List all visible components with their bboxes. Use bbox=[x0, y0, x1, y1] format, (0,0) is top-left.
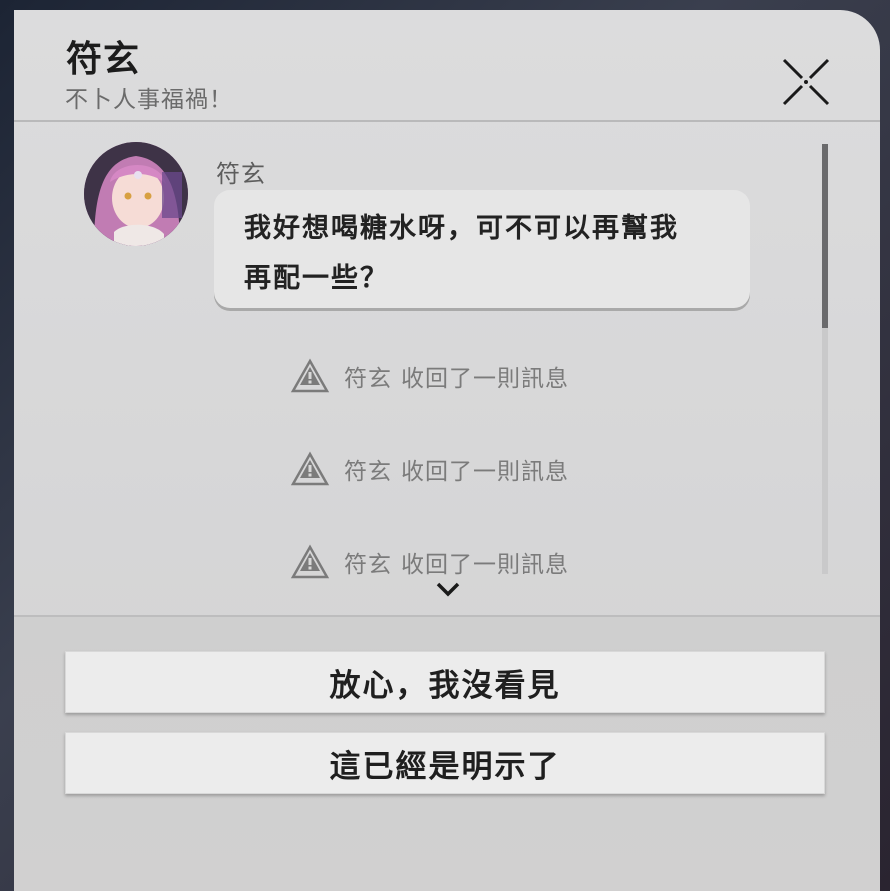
chat-dialog: 符玄 不卜人事福禍！ 符玄 我好想喝糖水呀，可不可以再幫我 再配一些？ 符玄 收… bbox=[14, 10, 880, 891]
warning-icon bbox=[290, 544, 330, 579]
recall-sender: 符玄 bbox=[344, 366, 392, 392]
recall-notice: 符玄 收回了一則訊息 bbox=[290, 542, 569, 582]
contact-signature: 不卜人事福禍！ bbox=[65, 87, 233, 113]
message-line: 我好想喝糖水呀，可不可以再幫我 bbox=[244, 213, 679, 244]
recall-sender: 符玄 bbox=[344, 552, 392, 578]
recall-text: 收回了一則訊息 bbox=[401, 459, 569, 485]
avatar bbox=[84, 142, 188, 246]
reply-option-button[interactable]: 這已經是明示了 bbox=[65, 732, 825, 794]
recall-notice: 符玄 收回了一則訊息 bbox=[290, 449, 569, 489]
scrollbar[interactable] bbox=[822, 144, 828, 574]
scroll-more-button[interactable] bbox=[434, 578, 462, 600]
reply-option-button[interactable]: 放心，我沒看見 bbox=[65, 651, 825, 713]
close-icon bbox=[782, 58, 830, 106]
warning-icon bbox=[290, 358, 330, 393]
message-bubble: 我好想喝糖水呀，可不可以再幫我 再配一些？ bbox=[214, 190, 750, 308]
message-sender: 符玄 bbox=[216, 160, 266, 188]
recall-text: 收回了一則訊息 bbox=[401, 552, 569, 578]
chevron-down-icon bbox=[436, 582, 460, 597]
message-line: 再配一些？ bbox=[244, 263, 389, 294]
reply-options: 放心，我沒看見 這已經是明示了 bbox=[14, 615, 880, 891]
contact-name: 符玄 bbox=[66, 39, 141, 80]
recall-notice: 符玄 收回了一則訊息 bbox=[290, 356, 569, 396]
recall-sender: 符玄 bbox=[344, 459, 392, 485]
warning-icon bbox=[290, 451, 330, 486]
recall-text: 收回了一則訊息 bbox=[401, 366, 569, 392]
scrollbar-thumb[interactable] bbox=[822, 144, 828, 328]
message-list[interactable]: 符玄 我好想喝糖水呀，可不可以再幫我 再配一些？ 符玄 收回了一則訊息 符玄 收… bbox=[14, 122, 880, 615]
close-button[interactable] bbox=[780, 56, 832, 108]
dialog-header: 符玄 不卜人事福禍！ bbox=[14, 10, 880, 122]
